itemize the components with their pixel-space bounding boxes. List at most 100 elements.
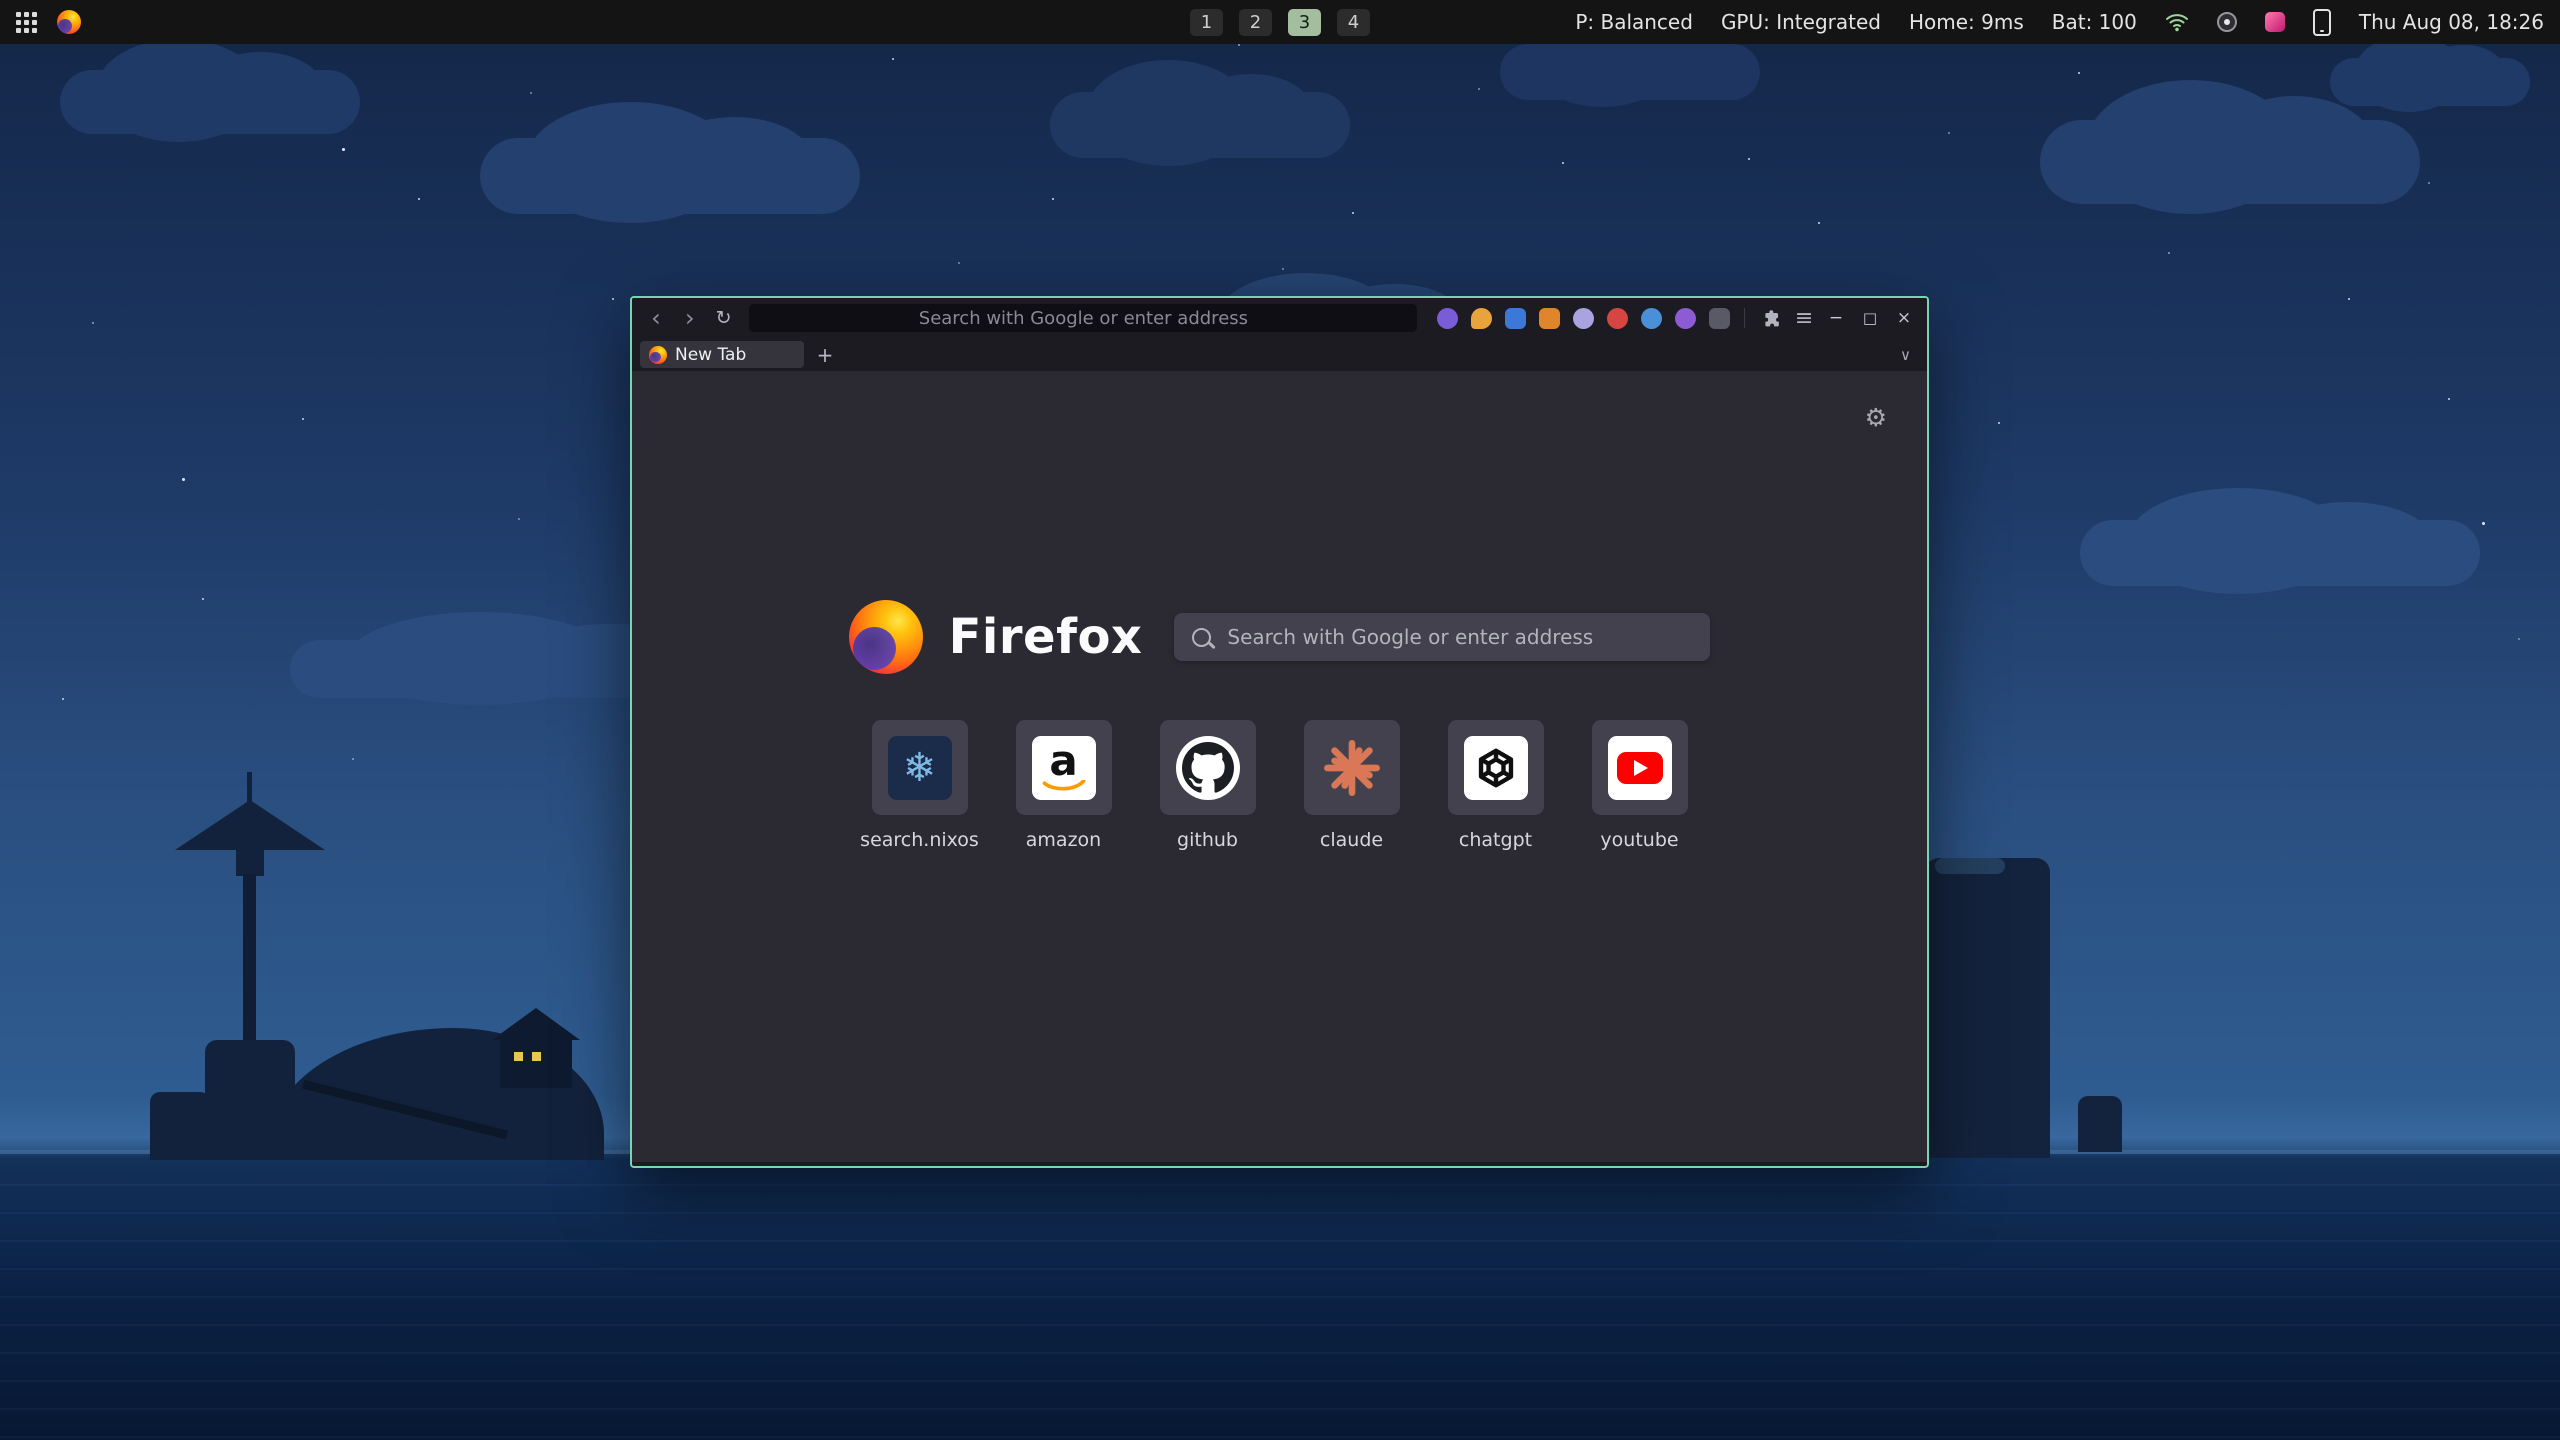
hut-window: [514, 1052, 523, 1061]
watchtower-cabin: [236, 848, 264, 876]
extension-icon-9[interactable]: [1709, 308, 1730, 329]
workspace-button-1[interactable]: 1: [1190, 9, 1223, 36]
workspace-button-4[interactable]: 4: [1337, 9, 1370, 36]
tile-card: a: [1016, 720, 1112, 815]
browser-toolbar: ‹ › ↻ ≡ − □: [632, 298, 1927, 338]
tile-label: chatgpt: [1459, 829, 1532, 851]
toolbar-separator: [1744, 308, 1745, 328]
amazon-icon: a: [1032, 736, 1096, 800]
shortcut-search-nixos[interactable]: ❄ search.nixos: [872, 720, 968, 851]
extension-icon-4[interactable]: [1539, 308, 1560, 329]
tab-bar: New Tab + ∨: [632, 338, 1927, 371]
new-tab-button[interactable]: +: [812, 342, 838, 368]
app-launcher-icon[interactable]: [16, 12, 37, 33]
reload-button[interactable]: ↻: [710, 304, 738, 332]
tile-card: [1448, 720, 1544, 815]
tile-label: amazon: [1026, 829, 1101, 851]
extension-icon-5[interactable]: [1573, 308, 1594, 329]
small-rock: [150, 1092, 210, 1160]
forward-button[interactable]: ›: [676, 304, 704, 332]
cloud: [2330, 58, 2530, 106]
workspace-button-3[interactable]: 3: [1288, 9, 1321, 36]
chatgpt-icon: [1464, 736, 1528, 800]
nixos-icon: ❄: [888, 736, 952, 800]
tile-card: [1160, 720, 1256, 815]
shortcut-youtube[interactable]: youtube: [1592, 720, 1688, 851]
personalize-gear-icon[interactable]: ⚙: [1865, 403, 1887, 432]
watchtower-roof: [175, 800, 325, 850]
shortcut-chatgpt[interactable]: chatgpt: [1448, 720, 1544, 851]
power-profile-status: P: Balanced: [1575, 10, 1693, 34]
shortcut-github[interactable]: github: [1160, 720, 1256, 851]
hut-window: [532, 1052, 541, 1061]
watchtower-spike: [247, 772, 252, 802]
extension-icon-7[interactable]: [1641, 308, 1662, 329]
url-bar[interactable]: [749, 304, 1417, 332]
newtab-hero: Firefox: [632, 600, 1927, 674]
newtab-search[interactable]: [1174, 613, 1710, 661]
tile-card: [1304, 720, 1400, 815]
extension-icon-3[interactable]: [1505, 308, 1526, 329]
cloud: [2080, 520, 2480, 586]
home-latency-status: Home: 9ms: [1909, 10, 2024, 34]
color-swatch-icon[interactable]: [2265, 12, 2285, 32]
menu-button[interactable]: ≡: [1791, 305, 1817, 331]
wifi-icon[interactable]: [2165, 13, 2189, 32]
battery-status: Bat: 100: [2052, 10, 2137, 34]
maximize-button[interactable]: □: [1857, 305, 1883, 331]
gpu-status: GPU: Integrated: [1721, 10, 1881, 34]
extension-icon-2[interactable]: [1471, 308, 1492, 329]
desktop: 1 2 3 4 P: Balanced GPU: Integrated Home…: [0, 0, 2560, 1440]
cliff-ledge: [1935, 858, 2005, 874]
firefox-window: ‹ › ↻ ≡ − □: [630, 296, 1929, 1168]
cloud: [1050, 92, 1350, 158]
tab-new-tab[interactable]: New Tab: [640, 341, 804, 368]
tile-card: ❄: [872, 720, 968, 815]
minimize-button[interactable]: −: [1823, 305, 1849, 331]
cloud: [60, 70, 360, 134]
ocean: [0, 1158, 2560, 1440]
shortcut-claude[interactable]: claude: [1304, 720, 1400, 851]
cliff-silhouette: [1925, 858, 2050, 1158]
search-icon: [1192, 628, 1211, 647]
new-tab-page: ⚙ Firefox ❄ search.nixos: [632, 371, 1927, 1162]
shortcut-amazon[interactable]: a amazon: [1016, 720, 1112, 851]
cloud: [2040, 120, 2420, 204]
firefox-logo: [849, 600, 923, 674]
back-button[interactable]: ‹: [642, 304, 670, 332]
extensions-puzzle-icon[interactable]: [1759, 305, 1785, 331]
tile-label: github: [1177, 829, 1238, 851]
cloud: [1500, 44, 1760, 100]
youtube-icon: [1608, 736, 1672, 800]
github-icon: [1176, 736, 1240, 800]
extension-toolbar: [1437, 308, 1730, 329]
firefox-wordmark: Firefox: [949, 609, 1143, 665]
tab-label: New Tab: [675, 345, 746, 365]
url-input[interactable]: [749, 307, 1417, 330]
workspace-switcher: 1 2 3 4: [1190, 0, 1370, 44]
clock: Thu Aug 08, 18:26: [2359, 10, 2544, 34]
firefox-taskbar-icon[interactable]: [57, 10, 81, 34]
small-rock: [2078, 1096, 2122, 1152]
taskbar: 1 2 3 4 P: Balanced GPU: Integrated Home…: [0, 0, 2560, 44]
tile-label: youtube: [1600, 829, 1678, 851]
phone-icon[interactable]: [2313, 9, 2331, 36]
cloud: [480, 138, 860, 214]
list-tabs-chevron-icon[interactable]: ∨: [1892, 346, 1919, 364]
extension-icon-8[interactable]: [1675, 308, 1696, 329]
extension-icon-1[interactable]: [1437, 308, 1458, 329]
tray-app-icon[interactable]: [2217, 12, 2237, 32]
hut: [500, 1038, 572, 1088]
tile-label: claude: [1320, 829, 1383, 851]
tile-label: search.nixos: [860, 829, 979, 851]
claude-icon: [1323, 739, 1381, 797]
tile-card: [1592, 720, 1688, 815]
firefox-favicon: [649, 346, 667, 364]
hut-roof: [492, 1008, 580, 1040]
shortcut-tiles: ❄ search.nixos a amazon: [632, 720, 1927, 851]
window-controls: − □ ×: [1823, 305, 1917, 331]
newtab-search-input[interactable]: [1225, 624, 1692, 650]
workspace-button-2[interactable]: 2: [1239, 9, 1272, 36]
close-button[interactable]: ×: [1891, 305, 1917, 331]
extension-icon-6[interactable]: [1607, 308, 1628, 329]
